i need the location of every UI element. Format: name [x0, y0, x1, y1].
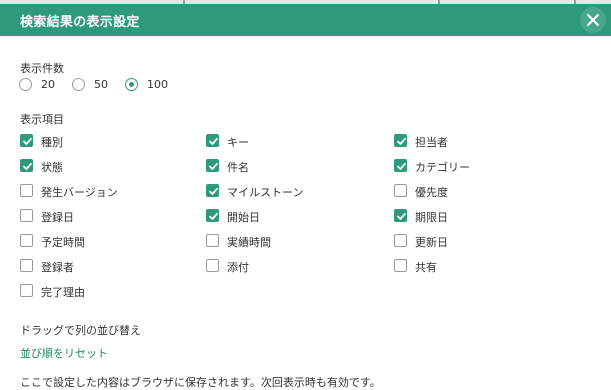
checkmark-icon: [209, 212, 218, 220]
checkbox-checked[interactable]: [20, 159, 33, 172]
checkbox-unchecked[interactable]: [206, 234, 219, 247]
dialog-title: 検索結果の表示設定: [20, 15, 140, 30]
display-item-label: 実績時間: [227, 236, 271, 249]
checkbox-unchecked[interactable]: [20, 234, 33, 247]
radio-button[interactable]: [19, 78, 32, 91]
display-item-label: 完了理由: [41, 286, 85, 299]
checkmark-icon: [23, 162, 32, 170]
checkbox-unchecked[interactable]: [20, 184, 33, 197]
checkmark-icon: [397, 137, 406, 145]
checkmark-icon: [397, 162, 406, 170]
display-item-label: 更新日: [415, 236, 448, 249]
checkbox-checked[interactable]: [394, 209, 407, 222]
display-item-label: 期限日: [415, 211, 448, 224]
reorder-hint: ドラッグで列の並び替え: [20, 324, 141, 337]
checkbox-checked[interactable]: [206, 184, 219, 197]
checkbox-checked[interactable]: [206, 134, 219, 147]
display-item-label: マイルストーン: [227, 186, 304, 199]
display-item-label: 開始日: [227, 211, 260, 224]
display-item-label: キー: [227, 136, 249, 149]
display-item-label: 担当者: [415, 136, 448, 149]
count-option-label: 100: [147, 78, 168, 91]
display-count-label: 表示件数: [20, 62, 64, 75]
reset-order-link[interactable]: 並び順をリセット: [20, 345, 108, 361]
checkbox-checked[interactable]: [206, 159, 219, 172]
display-item-label: カテゴリー: [415, 161, 470, 174]
display-item-label: 発生バージョン: [41, 186, 118, 199]
display-item-label: 予定時間: [41, 236, 85, 249]
display-item-label: 状態: [41, 161, 63, 174]
search-results-settings-dialog: 検索結果の表示設定 表示件数 20 50 100 表示項目 種別状態発生バージョン登…: [0, 4, 611, 389]
close-icon: [586, 13, 600, 27]
checkbox-unchecked[interactable]: [20, 209, 33, 222]
display-item-label: 登録日: [41, 211, 74, 224]
checkmark-icon: [397, 212, 406, 220]
checkmark-icon: [209, 137, 218, 145]
display-item-label: 優先度: [415, 186, 448, 199]
checkmark-icon: [23, 137, 32, 145]
checkbox-checked[interactable]: [20, 134, 33, 147]
checkbox-checked[interactable]: [394, 159, 407, 172]
checkbox-unchecked[interactable]: [394, 234, 407, 247]
display-items-label: 表示項目: [20, 113, 64, 126]
dialog-header: 検索結果の表示設定: [0, 4, 611, 36]
count-option-label: 20: [41, 78, 55, 91]
checkbox-unchecked[interactable]: [20, 259, 33, 272]
checkbox-checked[interactable]: [394, 134, 407, 147]
display-item-label: 登録者: [41, 261, 74, 274]
checkbox-unchecked[interactable]: [20, 284, 33, 297]
display-item-label: 種別: [41, 136, 63, 149]
checkmark-icon: [209, 187, 218, 195]
display-item-label: 件名: [227, 161, 249, 174]
checkbox-unchecked[interactable]: [206, 259, 219, 272]
radio-button[interactable]: [125, 78, 138, 91]
checkbox-checked[interactable]: [206, 209, 219, 222]
close-button[interactable]: [580, 7, 606, 33]
count-option-label: 50: [94, 78, 108, 91]
radio-button[interactable]: [72, 78, 85, 91]
display-item-label: 共有: [415, 261, 437, 274]
display-item-label: 添付: [227, 261, 249, 274]
checkmark-icon: [209, 162, 218, 170]
checkbox-unchecked[interactable]: [394, 259, 407, 272]
checkbox-unchecked[interactable]: [394, 184, 407, 197]
